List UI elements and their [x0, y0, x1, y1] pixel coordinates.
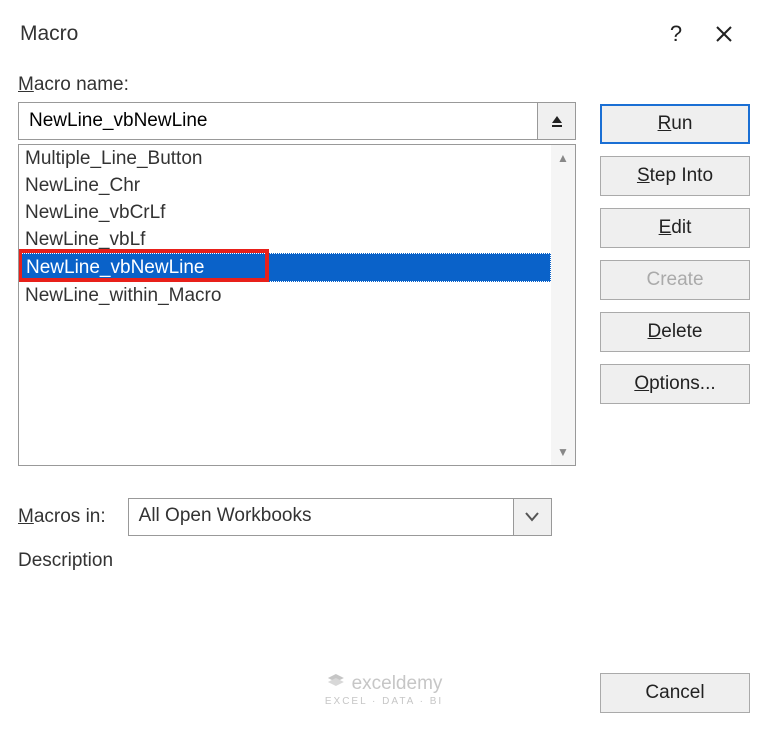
watermark-logo-icon [326, 672, 346, 697]
list-item[interactable]: NewLine_vbLf [19, 226, 551, 253]
macros-in-select[interactable]: All Open Workbooks [128, 498, 552, 536]
list-item[interactable]: Multiple_Line_Button [19, 145, 551, 172]
help-icon[interactable]: ? [652, 14, 700, 54]
macro-name-input[interactable] [18, 102, 538, 140]
macros-in-value: All Open Workbooks [128, 498, 514, 536]
macro-name-label: Macro name: [18, 74, 576, 96]
list-item[interactable]: NewLine_vbCrLf [19, 199, 551, 226]
macros-in-label: Macros in: [18, 506, 106, 528]
chevron-down-icon[interactable] [514, 498, 552, 536]
list-item[interactable]: NewLine_within_Macro [19, 282, 551, 309]
edit-button[interactable]: Edit [600, 208, 750, 248]
close-icon[interactable] [700, 14, 748, 54]
delete-button[interactable]: Delete [600, 312, 750, 352]
cancel-button[interactable]: Cancel [600, 673, 750, 713]
list-item[interactable]: NewLine_Chr [19, 172, 551, 199]
listbox-scrollbar[interactable]: ▲ ▼ [551, 145, 575, 465]
run-button[interactable]: Run [600, 104, 750, 144]
options-button[interactable]: Options... [600, 364, 750, 404]
scroll-up-icon[interactable]: ▲ [557, 151, 569, 165]
reference-picker-icon[interactable] [538, 102, 576, 140]
dialog-title: Macro [20, 22, 652, 46]
list-item[interactable]: NewLine_vbNewLine [19, 253, 551, 282]
description-label: Description [18, 550, 750, 572]
title-bar: Macro ? [0, 0, 768, 64]
scroll-down-icon[interactable]: ▼ [557, 445, 569, 459]
macro-listbox[interactable]: Multiple_Line_ButtonNewLine_ChrNewLine_v… [18, 144, 576, 466]
create-button: Create [600, 260, 750, 300]
step-into-button[interactable]: Step Into [600, 156, 750, 196]
watermark: exceldemy EXCEL · DATA · BI [325, 672, 443, 707]
